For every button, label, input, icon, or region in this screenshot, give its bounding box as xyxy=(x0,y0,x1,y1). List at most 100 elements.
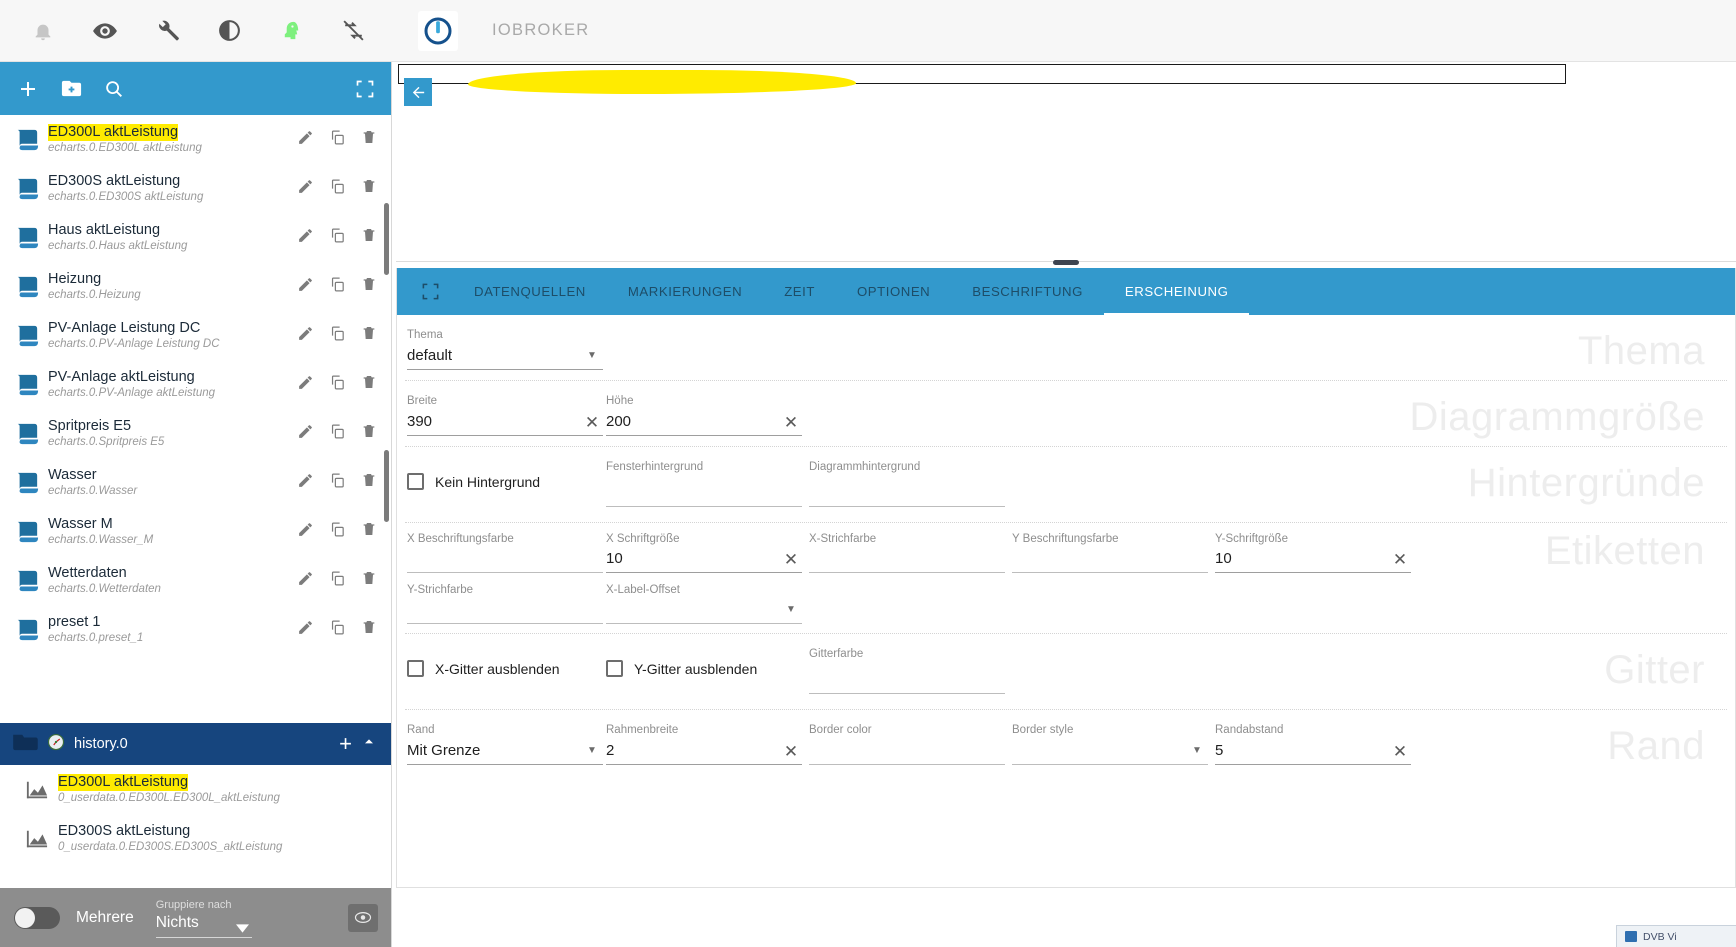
edit-icon[interactable] xyxy=(297,227,314,249)
copy-icon[interactable] xyxy=(329,423,346,445)
x-schriftgroesse-field[interactable]: X Schriftgröße 10 ✕ xyxy=(606,523,802,578)
multiple-toggle[interactable] xyxy=(14,906,60,929)
tab-datenquellen[interactable]: DATENQUELLEN xyxy=(453,268,607,315)
kein-hintergrund-field[interactable]: Kein Hintergrund xyxy=(407,447,603,522)
clear-icon[interactable]: ✕ xyxy=(1389,741,1411,763)
list-item[interactable]: Wasser M echarts.0.Wasser_M xyxy=(0,507,391,556)
tab-beschriftung[interactable]: BESCHRIFTUNG xyxy=(951,268,1104,315)
border-color-field[interactable]: Border color xyxy=(809,710,1005,780)
y-gitter-field[interactable]: Y-Gitter ausblenden xyxy=(606,634,802,709)
chevron-up-icon[interactable] xyxy=(361,734,377,755)
copy-icon[interactable] xyxy=(329,276,346,298)
tab-markierungen[interactable]: MARKIERUNGEN xyxy=(607,268,763,315)
x-gitter-checkbox[interactable] xyxy=(407,660,424,677)
y-schriftgroesse-field[interactable]: Y-Schriftgröße 10 ✕ xyxy=(1215,523,1411,578)
list-item[interactable]: PV-Anlage aktLeistung echarts.0.PV-Anlag… xyxy=(0,360,391,409)
list-item[interactable]: Heizung echarts.0.Heizung xyxy=(0,262,391,311)
delete-icon[interactable] xyxy=(361,619,377,641)
delete-icon[interactable] xyxy=(361,129,377,151)
list-item[interactable]: Wasser echarts.0.Wasser xyxy=(0,458,391,507)
chevron-down-icon[interactable]: ▼ xyxy=(1186,739,1208,763)
edit-icon[interactable] xyxy=(297,129,314,151)
preview-toggle-button[interactable] xyxy=(348,903,378,932)
tab-optionen[interactable]: OPTIONEN xyxy=(836,268,951,315)
eye-icon[interactable] xyxy=(84,10,126,52)
delete-icon[interactable] xyxy=(361,472,377,494)
edit-icon[interactable] xyxy=(297,570,314,592)
add-folder-icon[interactable] xyxy=(60,77,83,100)
delete-icon[interactable] xyxy=(361,521,377,543)
edit-icon[interactable] xyxy=(297,374,314,396)
copy-icon[interactable] xyxy=(329,521,346,543)
clear-icon[interactable]: ✕ xyxy=(1389,549,1411,571)
back-arrow-icon[interactable] xyxy=(404,78,432,106)
delete-icon[interactable] xyxy=(361,570,377,592)
add-history-item-button[interactable]: + xyxy=(339,733,352,755)
edit-icon[interactable] xyxy=(297,423,314,445)
delete-icon[interactable] xyxy=(361,325,377,347)
thema-field[interactable]: Thema default ▼ xyxy=(407,315,603,380)
group-header-history[interactable]: history.0 + xyxy=(0,723,391,765)
tab-zeit[interactable]: ZEIT xyxy=(763,268,836,315)
list-item[interactable]: Haus aktLeistung echarts.0.Haus aktLeist… xyxy=(0,213,391,262)
fullscreen-icon[interactable] xyxy=(407,282,453,301)
delete-icon[interactable] xyxy=(361,276,377,298)
head-icon[interactable] xyxy=(270,10,312,52)
copy-icon[interactable] xyxy=(329,178,346,200)
randabstand-field[interactable]: Randabstand 5 ✕ xyxy=(1215,710,1411,780)
copy-icon[interactable] xyxy=(329,570,346,592)
copy-icon[interactable] xyxy=(329,472,346,494)
diagrammhintergrund-field[interactable]: Diagrammhintergrund xyxy=(809,447,1005,522)
edit-icon[interactable] xyxy=(297,178,314,200)
delete-icon[interactable] xyxy=(361,374,377,396)
list-item[interactable]: Wetterdaten echarts.0.Wetterdaten xyxy=(0,556,391,605)
list-item[interactable]: ED300L aktLeistung 0_userdata.0.ED300L.E… xyxy=(0,765,391,814)
contrast-icon[interactable] xyxy=(208,10,250,52)
clear-icon[interactable]: ✕ xyxy=(780,549,802,571)
chevron-down-icon[interactable] xyxy=(235,920,249,938)
y-beschriftungsfarbe-field[interactable]: Y Beschriftungsfarbe xyxy=(1012,523,1208,578)
tab-erscheinung[interactable]: ERSCHEINUNG xyxy=(1103,268,1250,315)
chevron-down-icon[interactable]: ▼ xyxy=(780,598,802,622)
y-gitter-checkbox[interactable] xyxy=(606,660,623,677)
copy-icon[interactable] xyxy=(329,374,346,396)
copy-icon[interactable] xyxy=(329,227,346,249)
sync-off-icon[interactable] xyxy=(332,10,374,52)
clear-icon[interactable]: ✕ xyxy=(780,741,802,763)
group-by-select[interactable]: Gruppiere nach Nichts xyxy=(150,898,332,938)
edit-icon[interactable] xyxy=(297,521,314,543)
copy-icon[interactable] xyxy=(329,129,346,151)
copy-icon[interactable] xyxy=(329,325,346,347)
expand-all-icon[interactable] xyxy=(355,79,375,99)
edit-icon[interactable] xyxy=(297,276,314,298)
list-item[interactable]: Spritpreis E5 echarts.0.Spritpreis E5 xyxy=(0,409,391,458)
hoehe-field[interactable]: Höhe 200 ✕ xyxy=(606,381,802,446)
bell-icon[interactable] xyxy=(22,10,64,52)
fensterhintergrund-field[interactable]: Fensterhintergrund xyxy=(606,447,802,522)
x-label-offset-field[interactable]: X-Label-Offset ▼ xyxy=(606,578,802,633)
delete-icon[interactable] xyxy=(361,423,377,445)
gitterfarbe-field[interactable]: Gitterfarbe xyxy=(809,634,1005,709)
rahmenbreite-field[interactable]: Rahmenbreite 2 ✕ xyxy=(606,710,802,780)
chevron-down-icon[interactable]: ▼ xyxy=(581,344,603,368)
delete-icon[interactable] xyxy=(361,227,377,249)
x-gitter-field[interactable]: X-Gitter ausblenden xyxy=(407,634,603,709)
delete-icon[interactable] xyxy=(361,178,377,200)
list-item[interactable]: ED300S aktLeistung 0_userdata.0.ED300S.E… xyxy=(0,814,391,863)
clear-icon[interactable]: ✕ xyxy=(780,412,802,434)
splitter-handle[interactable] xyxy=(1053,260,1079,265)
edit-icon[interactable] xyxy=(297,325,314,347)
wrench-icon[interactable] xyxy=(146,10,188,52)
list-item[interactable]: PV-Anlage Leistung DC echarts.0.PV-Anlag… xyxy=(0,311,391,360)
kein-hintergrund-checkbox[interactable] xyxy=(407,473,424,490)
y-strichfarbe-field[interactable]: Y-Strichfarbe xyxy=(407,578,603,633)
search-icon[interactable] xyxy=(103,78,125,100)
x-beschriftungsfarbe-field[interactable]: X Beschriftungsfarbe xyxy=(407,523,603,578)
chevron-down-icon[interactable]: ▼ xyxy=(581,739,603,763)
x-strichfarbe-field[interactable]: X-Strichfarbe xyxy=(809,523,1005,578)
rand-field[interactable]: Rand Mit Grenze ▼ xyxy=(407,710,603,780)
list-item[interactable]: preset 1 echarts.0.preset_1 xyxy=(0,605,391,654)
border-style-field[interactable]: Border style ▼ xyxy=(1012,710,1208,780)
clear-icon[interactable]: ✕ xyxy=(581,412,603,434)
list-item[interactable]: ED300S aktLeistung echarts.0.ED300S aktL… xyxy=(0,164,391,213)
